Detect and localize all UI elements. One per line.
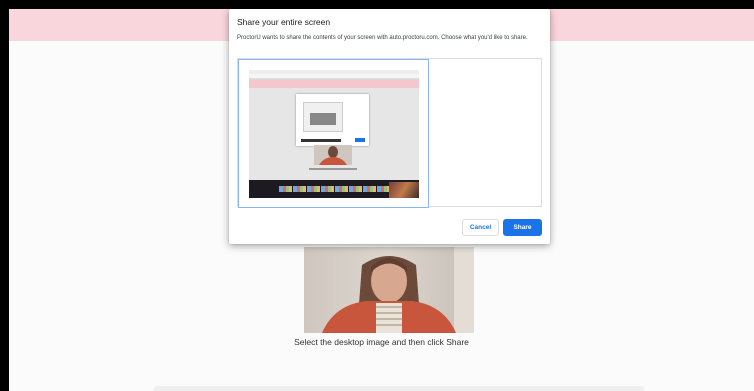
webcam-preview [304, 247, 474, 333]
screen-source-list [237, 58, 542, 208]
screen-thumbnail-option[interactable] [238, 59, 429, 208]
share-screen-dialog: Share your entire screen ProctorU wants … [229, 9, 550, 244]
dialog-description: ProctorU wants to share the contents of … [237, 35, 528, 41]
instruction-text: Select the desktop image and then click … [294, 337, 469, 347]
dock-preview [249, 180, 419, 198]
cancel-button[interactable]: Cancel [462, 219, 499, 236]
dialog-title: Share your entire screen [237, 17, 331, 27]
share-button[interactable]: Share [503, 219, 542, 236]
webcam-image [304, 247, 474, 333]
bottom-panel [154, 386, 644, 391]
desktop-thumbnail-image[interactable] [249, 70, 419, 198]
